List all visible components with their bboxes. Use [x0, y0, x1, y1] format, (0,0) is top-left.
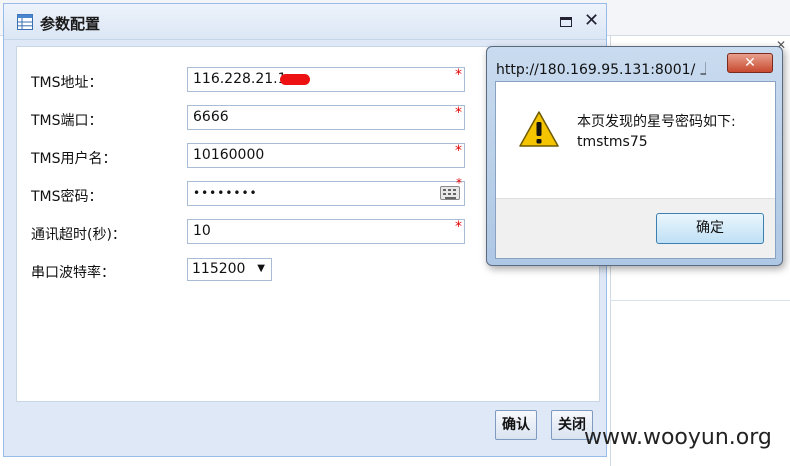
warning-icon [519, 111, 559, 147]
dropdown-arrow-icon: ▼ [257, 263, 265, 274]
tms-port-value: 6666 [193, 109, 229, 125]
watermark: www.wooyun.org [584, 425, 772, 450]
required-marker: * [455, 143, 462, 159]
alert-body: 本页发现的星号密码如下: tmstms75 确定 [495, 81, 776, 259]
tms-port-input[interactable]: 6666 * [187, 105, 465, 130]
tms-username-label: TMS用户名： [31, 151, 117, 167]
alert-ok-button[interactable]: 确定 [656, 213, 764, 244]
close-icon[interactable]: ✕ [584, 10, 599, 31]
timeout-value: 10 [193, 223, 211, 239]
maximize-icon[interactable] [560, 17, 572, 27]
required-marker: * [455, 219, 462, 235]
dialog-titlebar[interactable]: 参数配置 ✕ [4, 4, 606, 40]
redaction-mark [280, 74, 310, 85]
tms-address-label: TMS地址： [31, 75, 103, 91]
required-marker: * [455, 67, 462, 83]
alert-footer: 确定 [496, 198, 775, 258]
timeout-label: 通讯超时(秒)： [31, 227, 126, 243]
revealed-password: tmstms75 [577, 134, 648, 150]
tms-password-value: •••••••• [193, 186, 258, 200]
timeout-input[interactable]: 10 * [187, 219, 465, 244]
confirm-button[interactable]: 确认 [495, 410, 537, 440]
tms-password-label: TMS密码： [31, 189, 103, 205]
table-icon [17, 14, 33, 30]
tms-password-input[interactable]: •••••••• * [187, 176, 465, 206]
alert-window: http://180.169.95.131:8001/ 上... ✕ 本页发现的… [486, 46, 783, 266]
baud-rate-label: 串口波特率： [31, 265, 115, 281]
background-divider [610, 300, 790, 301]
tms-port-label: TMS端口： [31, 113, 103, 129]
tms-address-input[interactable]: 116.228.21.1 * [187, 67, 465, 92]
dialog-title: 参数配置 [40, 15, 101, 33]
tms-address-value: 116.228.21.1 [193, 71, 287, 87]
alert-close-button[interactable]: ✕ [727, 53, 773, 73]
tms-username-input[interactable]: 10160000 * [187, 143, 465, 168]
tms-username-value: 10160000 [193, 147, 265, 163]
baud-rate-value: 115200 [192, 261, 246, 277]
alert-title: http://180.169.95.131:8001/ 上... [496, 62, 706, 78]
dialog-footer: 确认 关闭 [16, 402, 600, 446]
keyboard-icon[interactable] [440, 186, 460, 200]
baud-rate-select[interactable]: 115200 ▼ [187, 258, 272, 281]
alert-message: 本页发现的星号密码如下: [577, 114, 736, 130]
required-marker: * [455, 105, 462, 121]
